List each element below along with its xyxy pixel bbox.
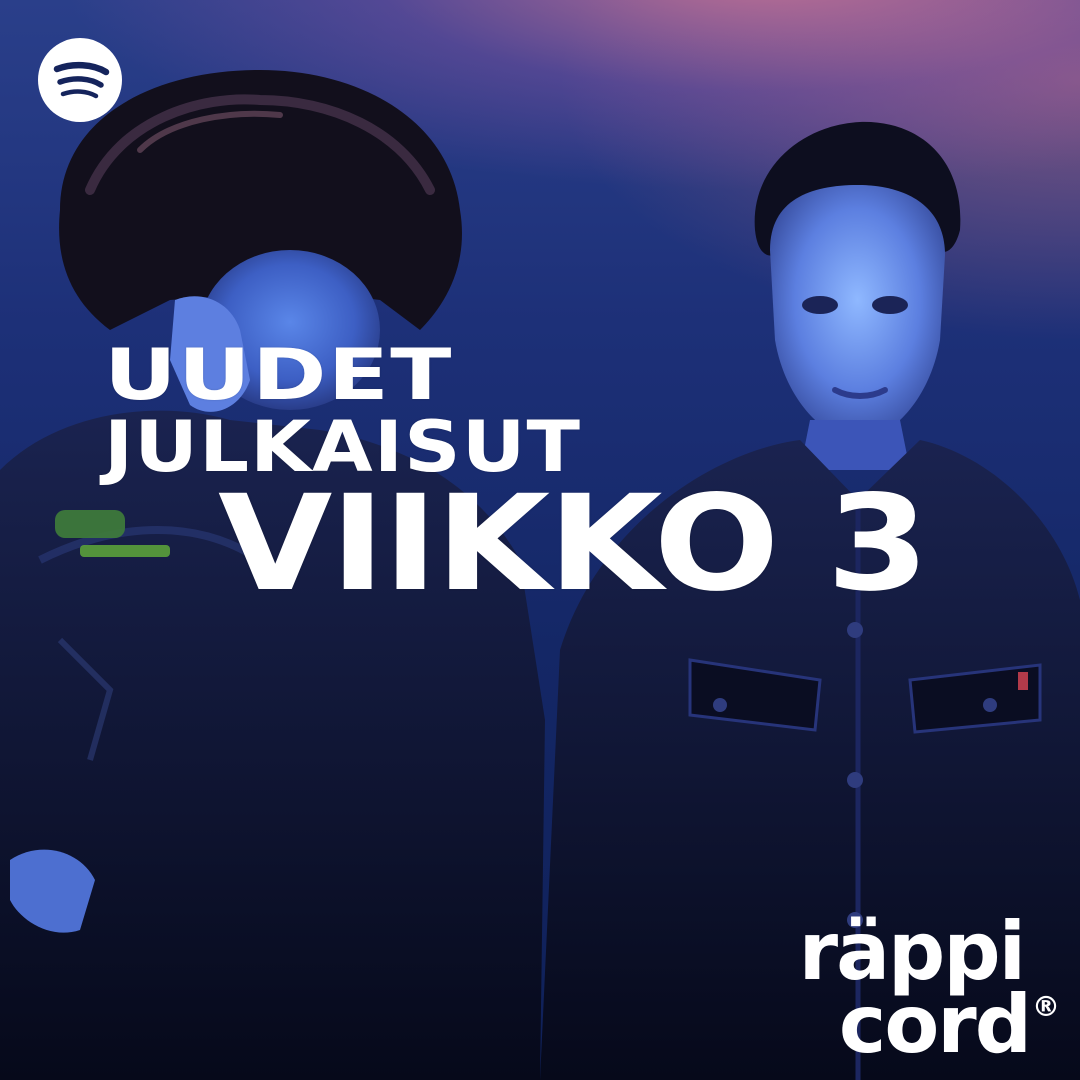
registered-mark: ® xyxy=(1032,990,1060,1024)
brand-wordmark: räppi cord® xyxy=(798,904,1060,1072)
spotify-icon xyxy=(38,38,122,122)
headline-week-number: VIIKKO 3 xyxy=(218,467,929,621)
brand-line-2: cord xyxy=(838,978,1032,1072)
headline-line-1: UUDET xyxy=(104,334,453,416)
playlist-cover: UUDET JULKAISUT VIIKKO 3 räppi cord® xyxy=(0,0,1080,1080)
brand-line-1: räppi xyxy=(798,904,1026,998)
